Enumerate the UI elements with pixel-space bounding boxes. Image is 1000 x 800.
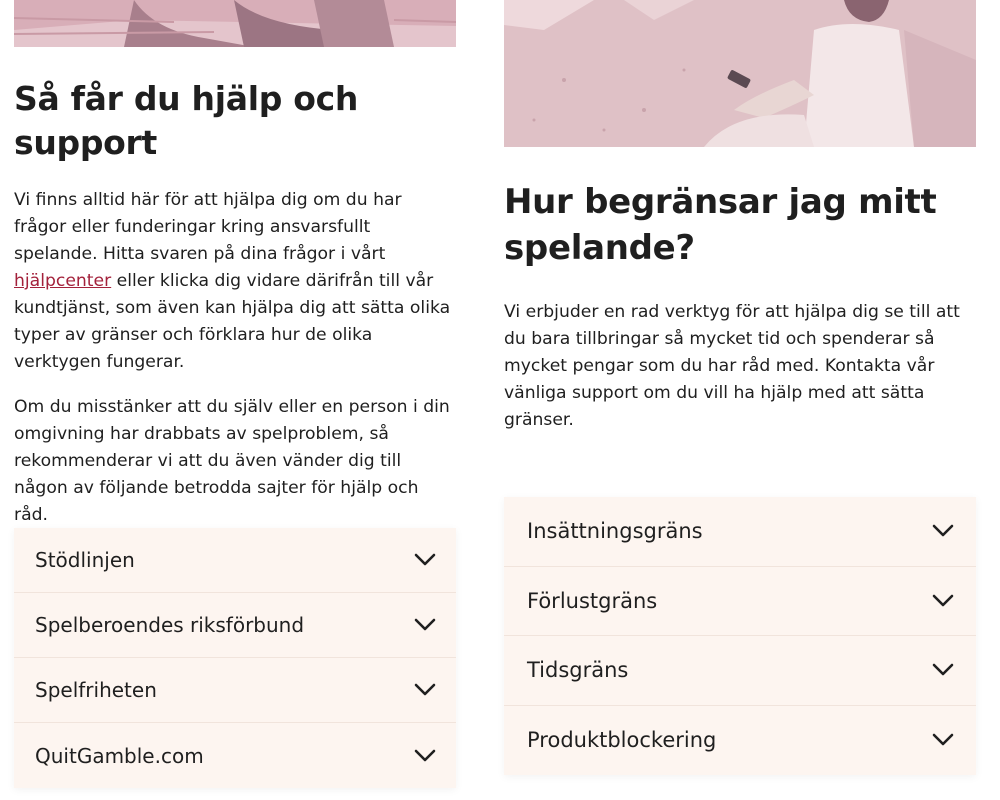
limits-paragraph: Vi erbjuder en rad verktyg för att hjälp…: [504, 302, 960, 430]
accordion-item-label: Förlustgräns: [527, 588, 658, 613]
limits-accordion: Insättningsgräns Förlustgräns Tidsgräns …: [504, 497, 976, 775]
chevron-down-icon: [414, 618, 436, 631]
accordion-item-spelberoendes-riksforbund[interactable]: Spelberoendes riksförbund: [14, 593, 456, 658]
support-sites-accordion: Stödlinjen Spelberoendes riksförbund Spe…: [14, 528, 456, 788]
intro-paragraph: Vi finns alltid här för att hjälpa dig o…: [14, 187, 456, 376]
chevron-down-icon: [932, 733, 954, 746]
accordion-item-label: Spelfriheten: [35, 678, 157, 702]
chevron-down-icon: [932, 524, 954, 537]
referral-paragraph: Om du misstänker att du själv eller en p…: [14, 397, 450, 525]
section-title: Hur begränsar jag mitt spelande?: [504, 182, 937, 268]
accordion-item-produktblockering[interactable]: Produktblockering: [504, 706, 976, 776]
help-center-link[interactable]: hjälpcenter: [14, 271, 111, 291]
accordion-item-spelfriheten[interactable]: Spelfriheten: [14, 658, 456, 723]
chevron-down-icon: [932, 594, 954, 607]
section-title: Så får du hjälp och support: [14, 79, 359, 162]
accordion-item-tidsgrans[interactable]: Tidsgräns: [504, 636, 976, 706]
accordion-item-label: Tidsgräns: [527, 658, 629, 683]
beach-phone-photo: [504, 0, 976, 147]
accordion-item-label: Stödlinjen: [35, 548, 135, 572]
chevron-down-icon: [414, 553, 436, 566]
help-support-section: Så får du hjälp och support Vi finns all…: [14, 0, 456, 529]
accordion-item-stodlinjen[interactable]: Stödlinjen: [14, 528, 456, 593]
chevron-down-icon: [932, 663, 954, 676]
people-photo: [14, 0, 456, 47]
chevron-down-icon: [414, 683, 436, 696]
intro-text-start: Vi finns alltid här för att hjälpa dig o…: [14, 190, 402, 264]
accordion-item-quitgamble[interactable]: QuitGamble.com: [14, 723, 456, 788]
accordion-item-label: QuitGamble.com: [35, 743, 204, 768]
chevron-down-icon: [414, 749, 436, 761]
accordion-item-label: Produktblockering: [527, 728, 717, 753]
accordion-item-forlustgrans[interactable]: Förlustgräns: [504, 567, 976, 636]
page: Så får du hjälp och support Vi finns all…: [0, 0, 1000, 800]
accordion-item-insattningsgrans[interactable]: Insättningsgräns: [504, 497, 976, 567]
limits-section: Hur begränsar jag mitt spelande? Vi erbj…: [504, 0, 976, 434]
accordion-item-label: Spelberoendes riksförbund: [35, 613, 305, 637]
accordion-item-label: Insättningsgräns: [527, 519, 703, 544]
